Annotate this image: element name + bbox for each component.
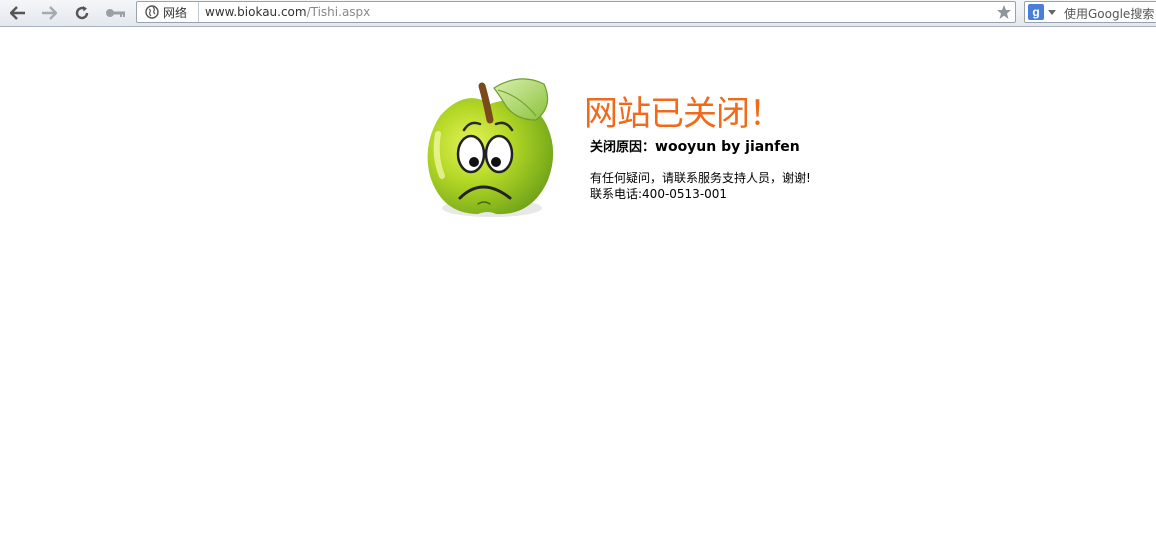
page-content: 网站已关闭！ 关闭原因：wooyun by jianfen 有任何疑问，请联系服… (0, 28, 1156, 541)
arrow-left-icon (10, 6, 25, 20)
url-path: /Tishi.aspx (306, 5, 371, 19)
google-badge[interactable]: g (1028, 4, 1044, 20)
search-placeholder: 使用Google搜索 (1064, 7, 1155, 21)
browser-toolbar: 网络 www.biokau.com/Tishi.aspx g 使用Google搜… (0, 0, 1156, 27)
close-reason: 关闭原因：wooyun by jianfen (590, 136, 800, 155)
bookmark-button[interactable] (996, 4, 1012, 20)
key-button[interactable] (104, 3, 128, 23)
arrow-right-icon (42, 6, 57, 20)
sad-apple-icon (427, 78, 554, 217)
globe-icon (145, 5, 159, 19)
contact-notice: 有任何疑问，请联系服务支持人员，谢谢! 联系电话:400-0513-001 (590, 170, 811, 202)
key-icon (106, 9, 125, 17)
close-reason-value: wooyun by jianfen (655, 139, 800, 155)
chevron-down-icon[interactable] (1048, 10, 1056, 15)
site-info-label: 网络 (163, 5, 188, 20)
reload-icon (75, 6, 89, 20)
reload-button[interactable] (71, 3, 93, 23)
url-host: www.biokau.com (205, 5, 307, 19)
back-button[interactable] (7, 3, 29, 23)
site-info-chip[interactable]: 网络 (137, 2, 199, 22)
contact-notice-line1: 有任何疑问，请联系服务支持人员，谢谢! (590, 171, 811, 185)
contact-phone: 联系电话:400-0513-001 (590, 187, 728, 201)
search-box[interactable]: g 使用Google搜索 (1024, 1, 1156, 23)
close-reason-label: 关闭原因： (590, 140, 656, 155)
url-text[interactable]: www.biokau.com/Tishi.aspx (205, 5, 370, 19)
page-title: 网站已关闭！ (584, 94, 783, 134)
forward-button[interactable] (38, 3, 60, 23)
address-bar[interactable]: 网络 www.biokau.com/Tishi.aspx (136, 1, 1016, 23)
star-icon (997, 5, 1011, 19)
